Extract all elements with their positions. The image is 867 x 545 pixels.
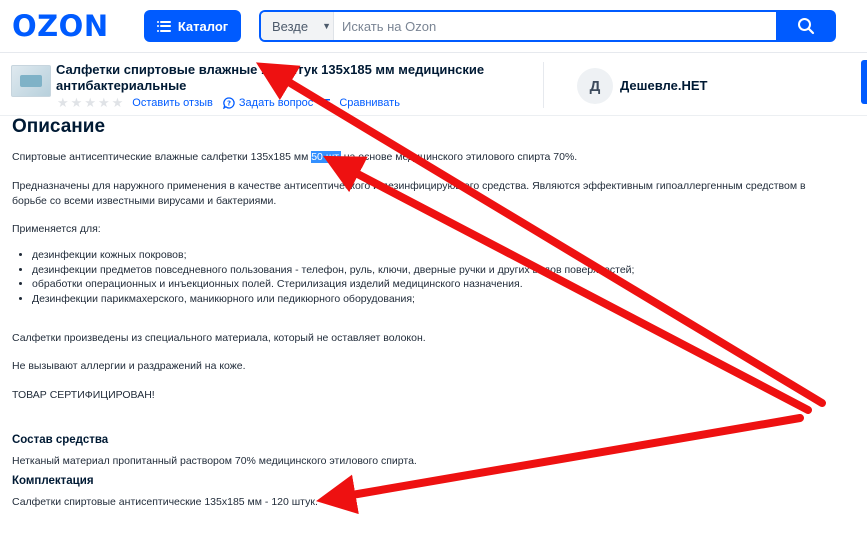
allergy-text: Не вызывают аллергии и раздражений на ко…: [12, 360, 246, 372]
search-scope-select[interactable]: Везде ▼: [261, 12, 334, 40]
star-icon: ★: [111, 95, 124, 110]
description-para2: Предназначены для наружного применения в…: [12, 179, 806, 208]
search-button[interactable]: [776, 10, 836, 42]
review-link-label: Оставить отзыв: [132, 97, 213, 109]
composition-text: Нетканый материал пропитанный раствором …: [12, 455, 417, 467]
seller-name[interactable]: Дешевле.НЕТ: [620, 78, 707, 93]
ask-question-link[interactable]: ? Задать вопрос: [222, 97, 314, 109]
search-bar: Везде ▼: [259, 10, 777, 42]
compare-icon: [324, 99, 335, 109]
uses-list: дезинфекции кожных покровов; дезинфекции…: [32, 248, 634, 306]
search-input[interactable]: [334, 12, 777, 40]
list-item: дезинфекции кожных покровов;: [32, 248, 634, 263]
uses-intro: Применяется для:: [12, 223, 101, 235]
search-scope-label: Везде: [272, 18, 309, 34]
star-icon: ★: [57, 95, 69, 110]
product-title: Салфетки спиртовые влажные 120 штук 135х…: [56, 62, 485, 93]
list-item: дезинфекции предметов повседневного поль…: [32, 263, 634, 278]
description-text: Предназначены для наружного применения в…: [12, 180, 806, 192]
svg-text:?: ?: [227, 100, 231, 108]
question-icon: ?: [222, 97, 235, 109]
ozon-logo[interactable]: OZON: [12, 9, 109, 43]
product-thumbnail[interactable]: [11, 65, 51, 97]
list-item: обработки операционных и инъекционных по…: [32, 277, 634, 292]
composition-heading: Состав средства: [12, 434, 109, 446]
side-tab[interactable]: [861, 60, 867, 104]
star-icon: ★: [97, 95, 110, 110]
selected-text[interactable]: 50 шт.: [311, 151, 341, 163]
seller-avatar[interactable]: Д: [577, 68, 613, 104]
certified-text: ТОВАР СЕРТИФИЦИРОВАН!: [12, 389, 155, 401]
star-icon: ★: [70, 95, 83, 110]
description-line1: Спиртовые антисептические влажные салфет…: [12, 150, 577, 165]
menu-icon: [156, 20, 171, 32]
arrow-to-title-quantity: [255, 62, 826, 407]
star-icon: ★: [84, 95, 96, 110]
product-header: Салфетки спиртовые влажные 120 штук 135х…: [0, 54, 867, 116]
material-text: Салфетки произведены из специального мат…: [12, 332, 426, 344]
divider: [543, 62, 544, 108]
description-heading: Описание: [12, 116, 106, 137]
catalog-label: Каталог: [177, 18, 229, 34]
package-text: Салфетки спиртовые антисептические 135х1…: [12, 496, 318, 508]
catalog-button[interactable]: Каталог: [144, 10, 241, 42]
search-icon: [798, 18, 815, 35]
compare-link-label: Сравнивать: [339, 97, 400, 109]
compare-link[interactable]: Сравнивать: [323, 97, 400, 109]
list-item: Дезинфекции парикмахерского, маникюрного…: [32, 292, 634, 307]
leave-review-link[interactable]: Оставить отзыв: [132, 97, 213, 109]
description-text: борьбе со всеми известными вирусами и ба…: [12, 194, 277, 207]
chevron-down-icon: ▼: [322, 21, 332, 31]
description-text: Спиртовые антисептические влажные салфет…: [12, 151, 312, 163]
description-text: на основе медицинского этилового спирта …: [340, 151, 578, 163]
package-heading: Комплектация: [12, 475, 94, 487]
top-bar: OZON Каталог Везде ▼: [0, 0, 867, 53]
product-actions: ★ ★ ★ ★ ★ Оставить отзыв ? Задать вопрос: [57, 95, 410, 111]
question-link-label: Задать вопрос: [238, 97, 314, 109]
rating-stars[interactable]: ★ ★ ★ ★ ★: [57, 95, 123, 111]
